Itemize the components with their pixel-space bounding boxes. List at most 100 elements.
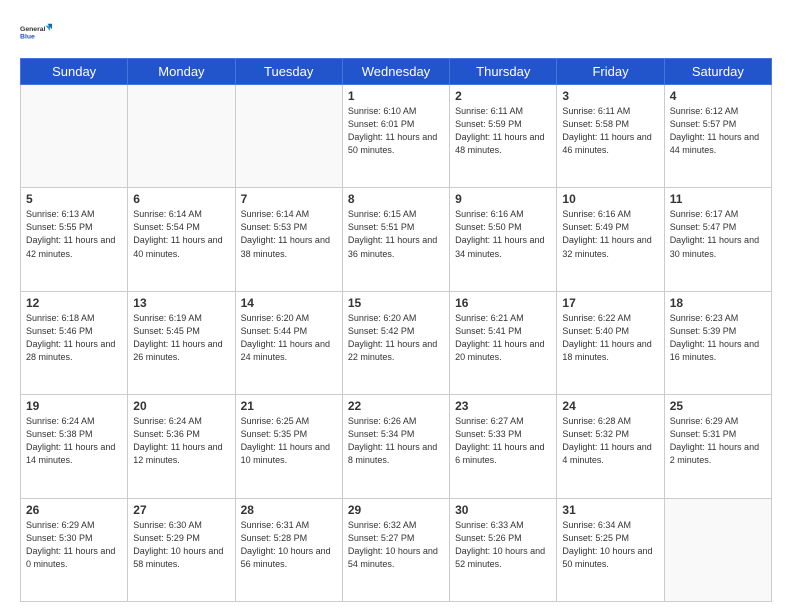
logo-icon: GeneralBlue (20, 16, 52, 48)
day-number: 7 (241, 192, 337, 206)
day-info: Sunrise: 6:12 AMSunset: 5:57 PMDaylight:… (670, 105, 766, 157)
day-info: Sunrise: 6:17 AMSunset: 5:47 PMDaylight:… (670, 208, 766, 260)
day-info: Sunrise: 6:33 AMSunset: 5:26 PMDaylight:… (455, 519, 551, 571)
weekday-header-monday: Monday (128, 59, 235, 85)
day-number: 17 (562, 296, 658, 310)
day-info: Sunrise: 6:28 AMSunset: 5:32 PMDaylight:… (562, 415, 658, 467)
day-info: Sunrise: 6:16 AMSunset: 5:50 PMDaylight:… (455, 208, 551, 260)
calendar-cell: 10 Sunrise: 6:16 AMSunset: 5:49 PMDayligh… (557, 188, 664, 291)
header: GeneralBlue (20, 16, 772, 48)
calendar-cell: 16 Sunrise: 6:21 AMSunset: 5:41 PMDayligh… (450, 291, 557, 394)
day-info: Sunrise: 6:29 AMSunset: 5:31 PMDaylight:… (670, 415, 766, 467)
day-info: Sunrise: 6:14 AMSunset: 5:53 PMDaylight:… (241, 208, 337, 260)
calendar-cell: 28 Sunrise: 6:31 AMSunset: 5:28 PMDayligh… (235, 498, 342, 601)
day-number: 20 (133, 399, 229, 413)
day-info: Sunrise: 6:23 AMSunset: 5:39 PMDaylight:… (670, 312, 766, 364)
day-number: 9 (455, 192, 551, 206)
calendar-cell: 9 Sunrise: 6:16 AMSunset: 5:50 PMDaylight… (450, 188, 557, 291)
calendar-cell: 27 Sunrise: 6:30 AMSunset: 5:29 PMDayligh… (128, 498, 235, 601)
weekday-header-row: SundayMondayTuesdayWednesdayThursdayFrid… (21, 59, 772, 85)
svg-text:General: General (20, 26, 46, 33)
day-number: 23 (455, 399, 551, 413)
day-info: Sunrise: 6:22 AMSunset: 5:40 PMDaylight:… (562, 312, 658, 364)
calendar-cell (21, 85, 128, 188)
weekday-header-friday: Friday (557, 59, 664, 85)
day-number: 12 (26, 296, 122, 310)
calendar-cell: 4 Sunrise: 6:12 AMSunset: 5:57 PMDaylight… (664, 85, 771, 188)
day-number: 1 (348, 89, 444, 103)
week-row-2: 5 Sunrise: 6:13 AMSunset: 5:55 PMDaylight… (21, 188, 772, 291)
calendar-cell: 1 Sunrise: 6:10 AMSunset: 6:01 PMDaylight… (342, 85, 449, 188)
calendar-cell: 24 Sunrise: 6:28 AMSunset: 5:32 PMDayligh… (557, 395, 664, 498)
day-info: Sunrise: 6:10 AMSunset: 6:01 PMDaylight:… (348, 105, 444, 157)
day-number: 4 (670, 89, 766, 103)
calendar-cell: 30 Sunrise: 6:33 AMSunset: 5:26 PMDayligh… (450, 498, 557, 601)
day-info: Sunrise: 6:30 AMSunset: 5:29 PMDaylight:… (133, 519, 229, 571)
day-info: Sunrise: 6:26 AMSunset: 5:34 PMDaylight:… (348, 415, 444, 467)
day-number: 25 (670, 399, 766, 413)
calendar-cell: 5 Sunrise: 6:13 AMSunset: 5:55 PMDaylight… (21, 188, 128, 291)
calendar-cell: 14 Sunrise: 6:20 AMSunset: 5:44 PMDayligh… (235, 291, 342, 394)
week-row-4: 19Sunrise: 6:24 AMSunset: 5:38 PMDayligh… (21, 395, 772, 498)
weekday-header-wednesday: Wednesday (342, 59, 449, 85)
day-number: 27 (133, 503, 229, 517)
day-number: 15 (348, 296, 444, 310)
calendar-cell: 2Sunrise: 6:11 AMSunset: 5:59 PMDaylight… (450, 85, 557, 188)
calendar-cell: 12 Sunrise: 6:18 AMSunset: 5:46 PMDayligh… (21, 291, 128, 394)
calendar-cell: 25 Sunrise: 6:29 AMSunset: 5:31 PMDayligh… (664, 395, 771, 498)
calendar-cell: 21 Sunrise: 6:25 AMSunset: 5:35 PMDayligh… (235, 395, 342, 498)
weekday-header-thursday: Thursday (450, 59, 557, 85)
weekday-header-sunday: Sunday (21, 59, 128, 85)
day-info: Sunrise: 6:15 AMSunset: 5:51 PMDaylight:… (348, 208, 444, 260)
week-row-1: 1 Sunrise: 6:10 AMSunset: 6:01 PMDaylight… (21, 85, 772, 188)
day-info: Sunrise: 6:19 AMSunset: 5:45 PMDaylight:… (133, 312, 229, 364)
calendar-cell: 13 Sunrise: 6:19 AMSunset: 5:45 PMDayligh… (128, 291, 235, 394)
day-info: Sunrise: 6:13 AMSunset: 5:55 PMDaylight:… (26, 208, 122, 260)
calendar-cell: 6 Sunrise: 6:14 AMSunset: 5:54 PMDaylight… (128, 188, 235, 291)
day-info: Sunrise: 6:11 AMSunset: 5:59 PMDaylight:… (455, 105, 551, 157)
calendar-cell: 18 Sunrise: 6:23 AMSunset: 5:39 PMDayligh… (664, 291, 771, 394)
day-number: 28 (241, 503, 337, 517)
week-row-5: 26Sunrise: 6:29 AMSunset: 5:30 PMDayligh… (21, 498, 772, 601)
day-number: 24 (562, 399, 658, 413)
day-number: 31 (562, 503, 658, 517)
calendar-cell: 23 Sunrise: 6:27 AMSunset: 5:33 PMDayligh… (450, 395, 557, 498)
day-info: Sunrise: 6:16 AMSunset: 5:49 PMDaylight:… (562, 208, 658, 260)
day-number: 18 (670, 296, 766, 310)
day-number: 8 (348, 192, 444, 206)
calendar-cell: 7 Sunrise: 6:14 AMSunset: 5:53 PMDaylight… (235, 188, 342, 291)
day-info: Sunrise: 6:11 AMSunset: 5:58 PMDaylight:… (562, 105, 658, 157)
day-info: Sunrise: 6:18 AMSunset: 5:46 PMDaylight:… (26, 312, 122, 364)
day-info: Sunrise: 6:20 AMSunset: 5:44 PMDaylight:… (241, 312, 337, 364)
calendar-cell: 17 Sunrise: 6:22 AMSunset: 5:40 PMDayligh… (557, 291, 664, 394)
day-number: 5 (26, 192, 122, 206)
day-info: Sunrise: 6:24 AMSunset: 5:38 PMDaylight:… (26, 415, 122, 467)
day-number: 16 (455, 296, 551, 310)
weekday-header-saturday: Saturday (664, 59, 771, 85)
day-info: Sunrise: 6:14 AMSunset: 5:54 PMDaylight:… (133, 208, 229, 260)
day-number: 14 (241, 296, 337, 310)
day-number: 10 (562, 192, 658, 206)
day-number: 13 (133, 296, 229, 310)
week-row-3: 12 Sunrise: 6:18 AMSunset: 5:46 PMDayligh… (21, 291, 772, 394)
day-number: 22 (348, 399, 444, 413)
day-number: 30 (455, 503, 551, 517)
calendar-cell (664, 498, 771, 601)
day-number: 6 (133, 192, 229, 206)
day-info: Sunrise: 6:25 AMSunset: 5:35 PMDaylight:… (241, 415, 337, 467)
day-info: Sunrise: 6:34 AMSunset: 5:25 PMDaylight:… (562, 519, 658, 571)
calendar-cell: 8 Sunrise: 6:15 AMSunset: 5:51 PMDaylight… (342, 188, 449, 291)
calendar-cell: 20Sunrise: 6:24 AMSunset: 5:36 PMDayligh… (128, 395, 235, 498)
day-number: 21 (241, 399, 337, 413)
calendar-cell: 15Sunrise: 6:20 AMSunset: 5:42 PMDayligh… (342, 291, 449, 394)
logo: GeneralBlue (20, 16, 52, 48)
calendar-cell: 29Sunrise: 6:32 AMSunset: 5:27 PMDayligh… (342, 498, 449, 601)
day-info: Sunrise: 6:21 AMSunset: 5:41 PMDaylight:… (455, 312, 551, 364)
day-info: Sunrise: 6:27 AMSunset: 5:33 PMDaylight:… (455, 415, 551, 467)
calendar-page: GeneralBlue SundayMondayTuesdayWednesday… (0, 0, 792, 612)
weekday-header-tuesday: Tuesday (235, 59, 342, 85)
day-info: Sunrise: 6:29 AMSunset: 5:30 PMDaylight:… (26, 519, 122, 571)
day-number: 11 (670, 192, 766, 206)
calendar-cell (235, 85, 342, 188)
day-info: Sunrise: 6:31 AMSunset: 5:28 PMDaylight:… (241, 519, 337, 571)
